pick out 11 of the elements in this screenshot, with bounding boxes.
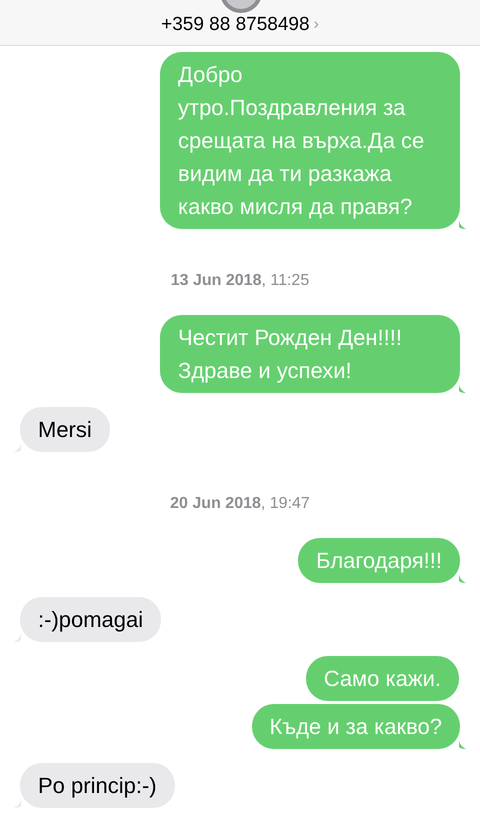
sent-message-bubble: Само кажи. (306, 656, 459, 701)
contact-name[interactable]: +359 88 8758498 (161, 10, 310, 39)
sent-message-bubble: Къде и за какво? (252, 704, 460, 749)
received-message-bubble: Mersi (20, 407, 110, 452)
sent-message-bubble: Честит Рожден Ден!!!! Здраве и успехи! (160, 315, 460, 393)
timestamp: 13 Jun 2018, 11:25 (170, 271, 310, 291)
sent-message-bubble: Добро утро.Поздравления за срещата на върха.Да се видим да ти разкажа какво мисля да правя? (160, 52, 460, 229)
timestamp: 20 Jun 2018, 19:47 (170, 494, 310, 514)
received-message-bubble: :-)pomagai (20, 597, 162, 642)
received-message-bubble: Po princip:-) (20, 763, 175, 808)
sent-message-bubble: Благодаря!!! (298, 538, 460, 583)
